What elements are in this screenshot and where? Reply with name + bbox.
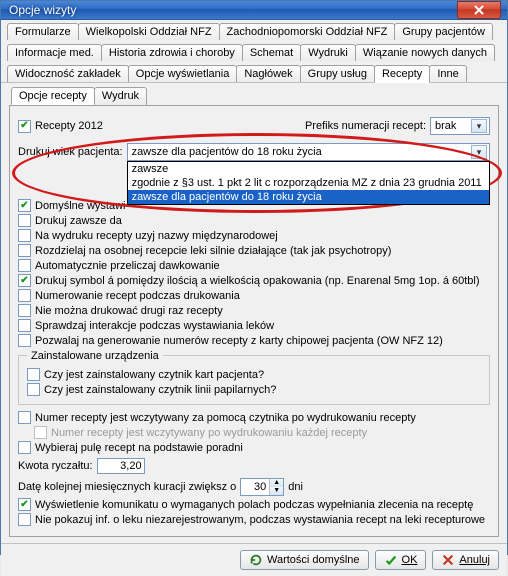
close-icon: [473, 5, 485, 15]
label-wybieraj-pule[interactable]: Wybieraj pulę recept na podstawie poradn…: [35, 442, 243, 454]
checkbox-numer-czytnik[interactable]: [18, 411, 31, 424]
checkbox-opt-9[interactable]: [18, 334, 31, 347]
spinner-up-icon[interactable]: ▲: [269, 479, 283, 487]
checkbox-opt-4[interactable]: [18, 259, 31, 272]
tab-wielkopolski[interactable]: Wielkopolski Oddział NFZ: [78, 23, 220, 40]
tabs-row-1: Formularze Wielkopolski Oddział NFZ Zach…: [1, 20, 507, 40]
select-drukuj-wiek[interactable]: zawsze dla pacjentów do 18 roku życia za…: [127, 143, 490, 161]
checkbox-numer-kazdej: [34, 426, 47, 439]
label-czytnik-linii[interactable]: Czy jest zainstalowany czytnik linii pap…: [44, 384, 276, 396]
checkbox-opt-2[interactable]: [18, 229, 31, 242]
label-opt-2[interactable]: Na wydruku recepty uzyj nazwy międzynaro…: [35, 230, 278, 242]
tab-recepty[interactable]: Recepty: [374, 65, 430, 83]
tab-grupy-uslug[interactable]: Grupy usług: [300, 65, 375, 83]
tabs-row-2: Informacje med. Historia zdrowia i choro…: [1, 40, 507, 61]
checkbox-wysw-kom[interactable]: [18, 498, 31, 511]
checkbox-wybieraj-pule[interactable]: [18, 441, 31, 454]
titlebar: Opcje wizyty: [1, 1, 507, 20]
footer: Wartości domyślne OK Anuluj: [1, 543, 507, 576]
label-drukuj-wiek: Drukuj wiek pacjenta:: [18, 146, 123, 158]
chevron-down-icon: [471, 119, 487, 133]
subtab-wydruk[interactable]: Wydruk: [94, 87, 147, 105]
input-kuracja[interactable]: [241, 480, 269, 494]
window-title: Opcje wizyty: [9, 3, 76, 17]
label-prefiks: Prefiks numeracji recept:: [305, 120, 426, 132]
tab-formularze[interactable]: Formularze: [7, 23, 79, 40]
select-drukuj-wiek-value: zawsze dla pacjentów do 18 roku życia: [132, 146, 322, 158]
spinner-down-icon[interactable]: ▼: [269, 487, 283, 495]
subtabs: Opcje recepty Wydruk: [1, 82, 507, 105]
label-opt-6[interactable]: Numerowanie recept podczas drukowania: [35, 290, 240, 302]
btn-ok[interactable]: OK: [375, 550, 427, 570]
label-wysw-kom[interactable]: Wyświetlenie komunikatu o wymaganych pol…: [35, 499, 473, 511]
dd-item-zawsze[interactable]: zawsze: [128, 162, 489, 176]
group-zainstalowane: Zainstalowane urządzenia Czy jest zainst…: [18, 355, 490, 405]
checkbox-opt-5[interactable]: [18, 274, 31, 287]
checkbox-opt-1[interactable]: [18, 214, 31, 227]
tabs-row-3: Widoczność zakładek Opcje wyświetlania N…: [1, 61, 507, 83]
subtab-opcje-recepty[interactable]: Opcje recepty: [11, 87, 95, 105]
select-drukuj-wiek-list: zawsze zgodnie z §3 ust. 1 pkt 2 lit c r…: [127, 161, 490, 205]
label-opt-5[interactable]: Drukuj symbol á pomiędzy ilością a wielk…: [35, 275, 480, 287]
tab-naglowek[interactable]: Nagłówek: [236, 65, 300, 83]
spinner-kuracja[interactable]: ▲▼: [240, 478, 284, 496]
label-numer-czytnik[interactable]: Numer recepty jest wczytywany za pomocą …: [35, 412, 416, 424]
checkbox-opt-7[interactable]: [18, 304, 31, 317]
label-opt-0[interactable]: Domyślne wystawi: [35, 200, 125, 212]
label-kwota: Kwota ryczałtu:: [18, 460, 93, 472]
label-nie-pokazuj[interactable]: Nie pokazuj inf. o leku niezarejestrowan…: [35, 514, 485, 526]
checkbox-czytnik-kart[interactable]: [27, 368, 40, 381]
tab-grupy-pacjentow[interactable]: Grupy pacjentów: [394, 23, 493, 40]
label-recepty2012[interactable]: Recepty 2012: [35, 120, 103, 132]
label-opt-3[interactable]: Rozdzielaj na osobnej recepcie leki siln…: [35, 245, 391, 257]
tab-inne[interactable]: Inne: [429, 65, 466, 83]
tab-wydruki[interactable]: Wydruki: [300, 44, 356, 61]
main-panel: Recepty 2012 Prefiks numeracji recept: b…: [9, 105, 499, 537]
tab-schemat[interactable]: Schemat: [242, 44, 301, 61]
tab-wiazanie[interactable]: Wiązanie nowych danych: [355, 44, 495, 61]
label-opt-7[interactable]: Nie można drukować drugi raz recepty: [35, 305, 223, 317]
dialog-window: Opcje wizyty Formularze Wielkopolski Odd…: [0, 0, 508, 555]
check-icon: [384, 553, 398, 567]
close-button[interactable]: [457, 1, 501, 19]
checkbox-czytnik-linii[interactable]: [27, 383, 40, 396]
tab-informacje-med[interactable]: Informacje med.: [7, 44, 102, 61]
checkbox-opt-0[interactable]: [18, 199, 31, 212]
label-kuracja-pre: Datę kolejnej miesięcznych kuracji zwięk…: [18, 481, 236, 493]
dd-item-do18[interactable]: zawsze dla pacjentów do 18 roku życia: [128, 190, 489, 204]
label-opt-1[interactable]: Drukuj zawsze da: [35, 215, 122, 227]
label-kuracja-post: dni: [288, 481, 303, 493]
chevron-down-icon: [471, 145, 487, 159]
btn-cancel[interactable]: Anuluj: [432, 550, 499, 570]
btn-defaults[interactable]: Wartości domyślne: [240, 550, 369, 570]
select-prefiks-value: brak: [435, 120, 456, 132]
label-numer-kazdej: Numer recepty jest wczytywany po wydruko…: [51, 427, 367, 439]
label-opt-9[interactable]: Pozwalaj na generowanie numerów recepty …: [35, 335, 443, 347]
btn-cancel-label: Anuluj: [459, 554, 490, 566]
tab-widocznosc[interactable]: Widoczność zakładek: [7, 65, 129, 83]
btn-ok-label: OK: [402, 554, 418, 566]
checkbox-opt-3[interactable]: [18, 244, 31, 257]
checkbox-opt-6[interactable]: [18, 289, 31, 302]
cancel-icon: [441, 553, 455, 567]
checkbox-recepty2012[interactable]: [18, 120, 31, 133]
label-opt-4[interactable]: Automatycznie przeliczaj dawkowanie: [35, 260, 220, 272]
btn-defaults-label: Wartości domyślne: [267, 554, 360, 566]
label-czytnik-kart[interactable]: Czy jest zainstalowany czytnik kart pacj…: [44, 369, 264, 381]
group-title-zainst: Zainstalowane urządzenia: [27, 350, 163, 362]
restore-icon: [249, 553, 263, 567]
tab-opcje-wysw[interactable]: Opcje wyświetlania: [128, 65, 238, 83]
dd-item-rozp[interactable]: zgodnie z §3 ust. 1 pkt 2 lit c rozporzą…: [128, 176, 489, 190]
input-kwota[interactable]: [97, 458, 145, 474]
checkbox-opt-8[interactable]: [18, 319, 31, 332]
tab-zachodniopomorski[interactable]: Zachodniopomorski Oddział NFZ: [219, 23, 396, 40]
checkbox-nie-pokazuj[interactable]: [18, 513, 31, 526]
select-prefiks[interactable]: brak: [430, 117, 490, 135]
tab-historia[interactable]: Historia zdrowia i choroby: [101, 44, 243, 61]
label-opt-8[interactable]: Sprawdzaj interakcje podczas wystawiania…: [35, 320, 274, 332]
